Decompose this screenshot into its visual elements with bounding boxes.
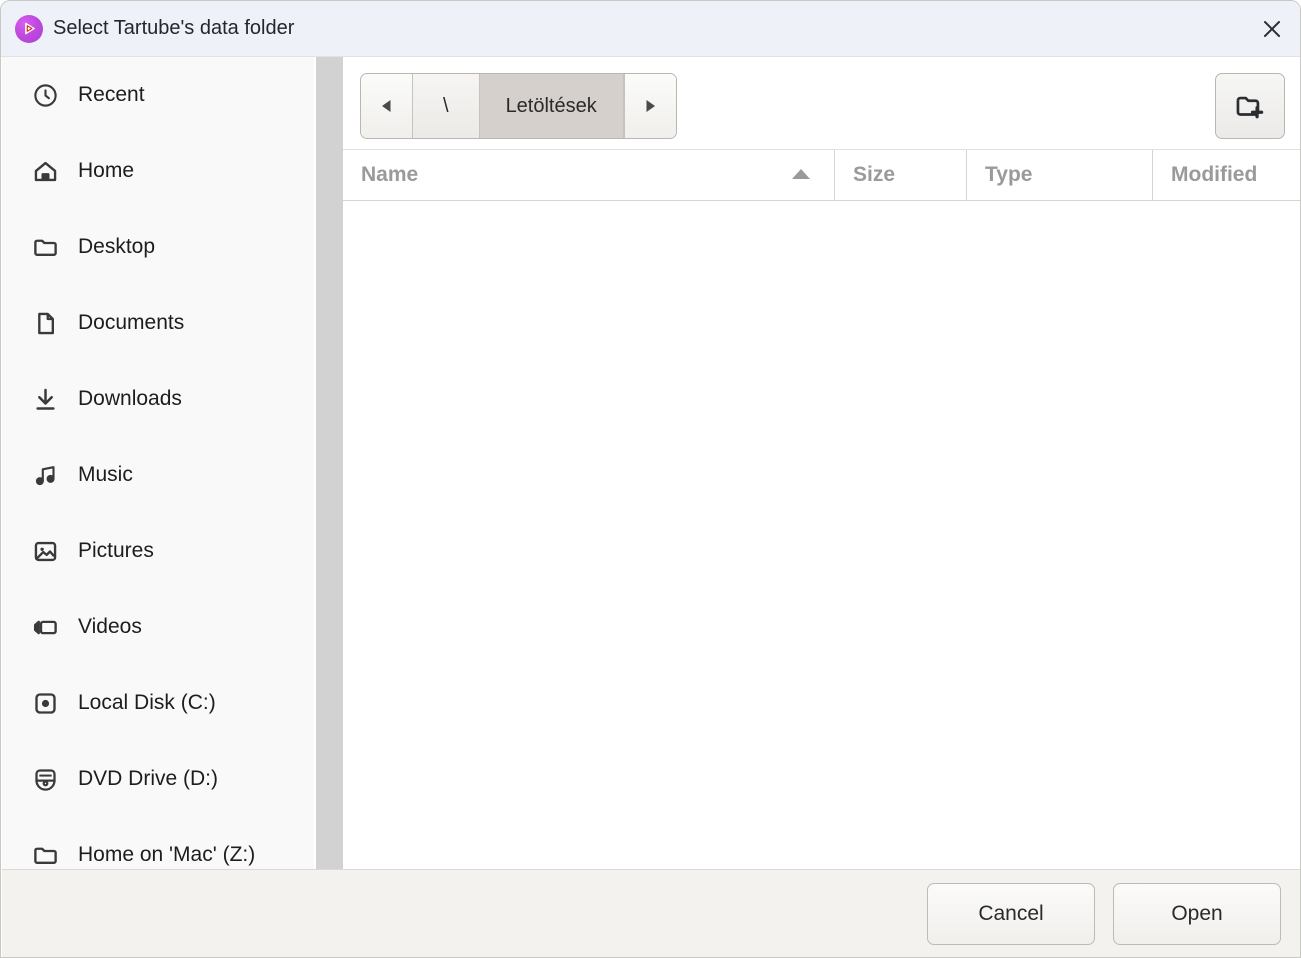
breadcrumb[interactable]: \ Letöltések	[360, 73, 677, 139]
column-header-label: Type	[985, 163, 1033, 186]
sidebar-item-label: Home	[78, 159, 135, 182]
dialog-action-bar: Cancel Open	[2, 869, 1300, 957]
sort-ascending-icon	[790, 163, 812, 187]
music-note-icon	[30, 460, 60, 490]
sidebar-item-label: Documents	[78, 311, 185, 334]
sidebar-item-label: Home on 'Mac' (Z:)	[78, 843, 256, 866]
sidebar-item-label: Music	[78, 463, 133, 486]
home-icon	[30, 156, 60, 186]
column-header-size[interactable]: Size	[835, 150, 967, 200]
sidebar-item-label: Pictures	[78, 539, 154, 562]
sidebar-item-home-on-mac-z[interactable]: Home on 'Mac' (Z:)	[2, 817, 314, 869]
new-folder-button[interactable]	[1215, 73, 1285, 139]
open-button[interactable]: Open	[1113, 882, 1281, 945]
column-header-type[interactable]: Type	[967, 150, 1153, 200]
close-button[interactable]	[1252, 9, 1292, 49]
places-sidebar[interactable]: Recent Home Desktop Documents Downloads …	[2, 57, 314, 869]
file-list[interactable]	[343, 201, 1300, 869]
folder-icon	[30, 232, 60, 262]
path-back-button[interactable]	[361, 74, 413, 138]
folder-icon	[30, 840, 60, 869]
triangle-right-icon	[646, 100, 656, 112]
sidebar-item-documents[interactable]: Documents	[2, 285, 314, 361]
breadcrumb-root[interactable]: \	[413, 74, 480, 138]
clock-icon	[30, 80, 60, 110]
file-browser-pane: \ Letöltések Name Size Type Modified	[343, 57, 1300, 869]
file-list-header: Name Size Type Modified	[343, 149, 1300, 201]
column-header-label: Modified	[1171, 163, 1258, 186]
sidebar-item-local-disk-c[interactable]: Local Disk (C:)	[2, 665, 314, 741]
sidebar-scrollbar-track[interactable]	[316, 57, 653, 869]
sidebar-item-downloads[interactable]: Downloads	[2, 361, 314, 437]
path-forward-button[interactable]	[623, 74, 676, 138]
pathbar-row: \ Letöltések	[343, 57, 1300, 149]
sidebar-item-label: Recent	[78, 83, 145, 106]
column-header-label: Size	[853, 163, 896, 186]
sidebar-item-label: Local Disk (C:)	[78, 691, 216, 714]
file-chooser-dialog: Select Tartube's data folder Recent Home…	[0, 0, 1301, 958]
optical-disc-icon	[30, 764, 60, 794]
sidebar-item-music[interactable]: Music	[2, 437, 314, 513]
hard-drive-icon	[30, 688, 60, 718]
video-camera-icon	[30, 612, 60, 642]
titlebar: Select Tartube's data folder	[1, 1, 1300, 57]
sidebar-item-label: Downloads	[78, 387, 182, 410]
column-header-label: Name	[361, 163, 419, 186]
sidebar-item-label: Videos	[78, 615, 142, 638]
sidebar-item-pictures[interactable]: Pictures	[2, 513, 314, 589]
new-folder-icon	[1236, 96, 1264, 119]
document-icon	[30, 308, 60, 338]
sidebar-item-label: DVD Drive (D:)	[78, 767, 218, 790]
sidebar-item-recent[interactable]: Recent	[2, 57, 314, 133]
close-icon	[1264, 21, 1280, 37]
sidebar-item-desktop[interactable]: Desktop	[2, 209, 314, 285]
sidebar-item-videos[interactable]: Videos	[2, 589, 314, 665]
page-title: Select Tartube's data folder	[53, 17, 295, 39]
cancel-button[interactable]: Cancel	[927, 882, 1095, 945]
download-icon	[30, 384, 60, 414]
tartube-play-icon	[15, 14, 43, 43]
column-header-modified[interactable]: Modified	[1153, 150, 1300, 200]
sidebar-item-dvd-drive-d[interactable]: DVD Drive (D:)	[2, 741, 314, 817]
sidebar-item-label: Desktop	[78, 235, 156, 258]
image-icon	[30, 536, 60, 566]
column-header-name[interactable]: Name	[343, 150, 835, 200]
triangle-left-icon	[381, 100, 390, 112]
sidebar-item-home[interactable]: Home	[2, 133, 314, 209]
breadcrumb-current[interactable]: Letöltések	[479, 74, 624, 138]
